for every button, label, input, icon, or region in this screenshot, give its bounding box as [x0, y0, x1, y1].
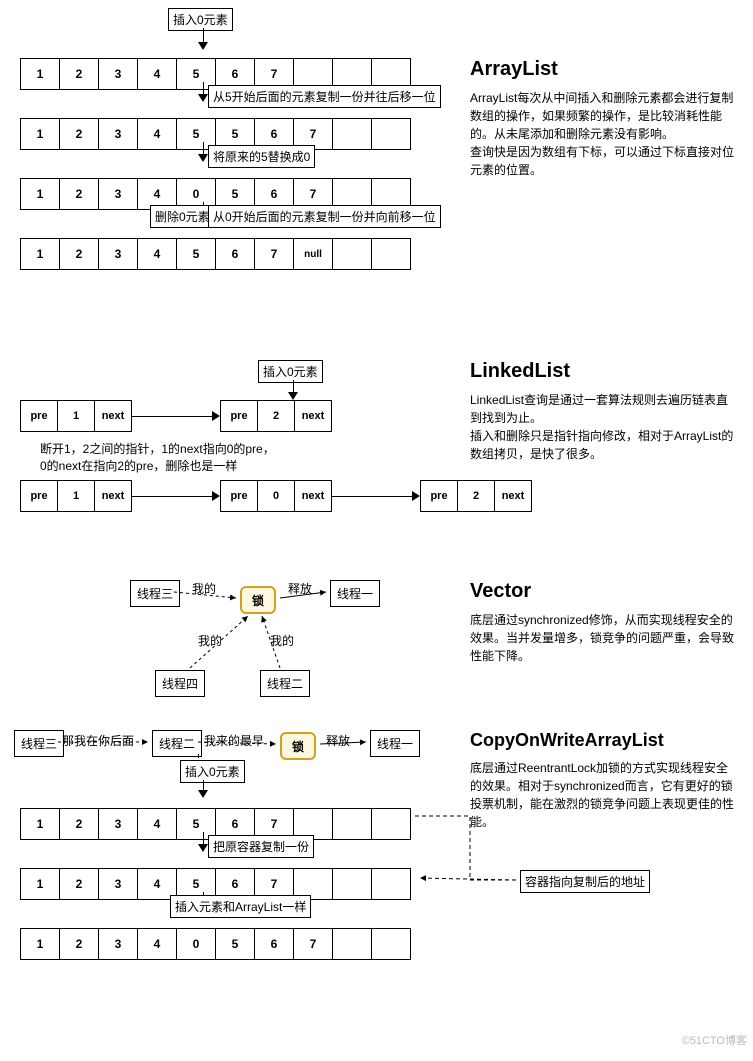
cow-lock: 锁	[280, 732, 316, 760]
ll-node-2b: pre2next	[420, 480, 532, 512]
ll-node-0: pre0next	[220, 480, 332, 512]
linkedlist-title: LinkedList	[470, 360, 735, 383]
section-linkedlist: LinkedList LinkedList查询是通过一套算法规则去遍历链表直到找…	[0, 360, 753, 570]
cow-thread2: 线程二	[152, 730, 202, 757]
cow-desc: 底层通过ReentrantLock加锁的方式实现线程安全的效果。相对于synch…	[470, 759, 735, 831]
section-vector: Vector 底层通过synchronized修饰，从而实现线程安全的效果。当并…	[0, 570, 753, 730]
cow-release: 释放	[326, 732, 350, 749]
vector-lock: 锁	[240, 586, 276, 614]
ll-node-2: pre2next	[220, 400, 332, 432]
vector-mine3: 我的	[270, 632, 294, 649]
vector-arrows	[0, 570, 460, 730]
vector-desc: 底层通过synchronized修饰，从而实现线程安全的效果。当并发量增多，锁竞…	[470, 611, 735, 665]
section-arraylist: ArrayList ArrayList每次从中间插入和删除元素都会进行复制数组的…	[0, 0, 753, 360]
vector-thread3: 线程三	[130, 580, 180, 607]
cow-row3: 12340567	[20, 928, 411, 960]
ll-node-1b: pre1next	[20, 480, 132, 512]
cow-thread3: 线程三	[14, 730, 64, 757]
arraylist-desc: ArrayList每次从中间插入和删除元素都会进行复制数组的操作，如果频繁的操作…	[470, 89, 735, 179]
cow-thread1: 线程一	[370, 730, 420, 757]
cow-title: CopyOnWriteArrayList	[470, 730, 735, 751]
cow-l2: 我来的最早	[204, 732, 264, 749]
watermark: ©51CTO博客	[682, 1032, 747, 1048]
label-step3a: 删除0元素	[150, 205, 215, 228]
cow-insert: 插入0元素	[180, 760, 245, 783]
ll-note: 断开1，2之间的指针，1的next指向0的pre， 0的next在指向2的pre…	[40, 440, 275, 474]
array-row-4: 1234567null	[20, 238, 411, 270]
vector-mine1: 我的	[192, 580, 216, 597]
cow-step1: 把原容器复制一份	[208, 835, 314, 858]
linkedlist-desc: LinkedList查询是通过一套算法规则去遍历链表直到找到为止。 插入和删除只…	[470, 391, 735, 463]
label-step3b: 从0开始后面的元素复制一份并向前移一位	[208, 205, 441, 228]
vector-thread1: 线程一	[330, 580, 380, 607]
ll-row1: pre1next pre2next	[20, 400, 332, 432]
label-step1: 从5开始后面的元素复制一份并往后移一位	[208, 85, 441, 108]
label-step2: 将原来的5替换成0	[208, 145, 315, 168]
cow-l1: 那我在你后面	[62, 732, 134, 749]
cow-step2: 插入元素和ArrayList一样	[170, 895, 311, 918]
section-cow: CopyOnWriteArrayList 底层通过ReentrantLock加锁…	[0, 730, 753, 1050]
vector-thread2: 线程二	[260, 670, 310, 697]
arraylist-title: ArrayList	[470, 58, 735, 81]
vector-title: Vector	[470, 580, 735, 603]
vector-mine2: 我的	[198, 632, 222, 649]
ll-node-1: pre1next	[20, 400, 132, 432]
cow-ptr: 容器指向复制后的地址	[520, 870, 650, 893]
vector-thread4: 线程四	[155, 670, 205, 697]
ll-row2: pre1next pre0next pre2next	[20, 480, 532, 512]
vector-release: 释放	[288, 580, 312, 597]
